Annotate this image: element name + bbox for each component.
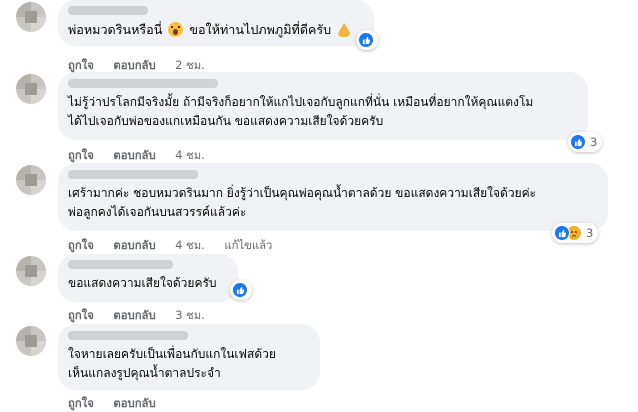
blurred-author-name[interactable]	[68, 79, 218, 88]
like-icon	[358, 32, 374, 48]
comment-bubble: พ่อหมวดรินหรือนี่ ขอให้ท่านไปภพภูมิที่ดี…	[58, 0, 374, 46]
comment-actions: ถูกใจ ตอบกลับ 3 ชม.	[68, 306, 221, 324]
comment-bubble: ขอแสดงความเสียใจด้วยครับ	[58, 254, 238, 302]
like-button[interactable]: ถูกใจ	[68, 146, 94, 164]
avatar[interactable]	[16, 74, 46, 104]
reply-button[interactable]: ตอบกลับ	[113, 306, 155, 324]
comment-text-line: เศร้ามากค่ะ ชอบหมวดรินมาก ยิ่งรู้ว่าเป็น…	[68, 186, 537, 200]
comment-text-line: ใจหายเลยครับเป็นเพื่อนกับแกในเฟสด้วย	[68, 347, 276, 361]
comment-actions: ถูกใจ ตอบกลับ	[68, 394, 172, 412]
comment-bubble: เศร้ามากค่ะ ชอบหมวดรินมาก ยิ่งรู้ว่าเป็น…	[58, 163, 608, 231]
comment-text-part: ขอให้ท่านไปภพภูมิที่ดีครับ	[189, 22, 332, 37]
reaction-summary[interactable]	[230, 280, 252, 300]
comment-bubble: ไม่รู้ว่าปรโลกมีจริงมั้ย ถ้ามีจริงก็อยาก…	[58, 72, 588, 140]
reaction-summary[interactable]	[356, 30, 378, 50]
shocked-face-emoji	[168, 22, 184, 37]
blurred-author-name[interactable]	[68, 331, 188, 340]
avatar[interactable]	[16, 326, 46, 356]
comment-actions: ถูกใจ ตอบกลับ 4 ชม. แก้ไขแล้ว	[68, 236, 288, 254]
avatar[interactable]	[16, 256, 46, 286]
timestamp[interactable]: 4 ชม.	[175, 146, 204, 164]
reaction-count: 3	[586, 226, 594, 240]
folded-hands-emoji	[337, 23, 352, 37]
like-icon	[554, 225, 570, 241]
comment-text-line: เห็นแกลงรูปคุณน้ำตาลประจำ	[68, 366, 221, 380]
edited-label[interactable]: แก้ไขแล้ว	[224, 236, 272, 254]
comment-text-line: พ่อลูกคงได้เจอกันบนสวรรค์แล้วค่ะ	[68, 205, 247, 219]
avatar[interactable]	[16, 2, 46, 32]
reply-button[interactable]: ตอบกลับ	[113, 236, 155, 254]
blurred-author-name[interactable]	[68, 6, 148, 15]
like-button[interactable]: ถูกใจ	[68, 394, 94, 412]
reply-button[interactable]: ตอบกลับ	[113, 394, 155, 412]
timestamp[interactable]: 3 ชม.	[175, 306, 204, 324]
comment-text-line: ไม่รู้ว่าปรโลกมีจริงมั้ย ถ้ามีจริงก็อยาก…	[68, 95, 534, 109]
comment-text-line: ขอแสดงความเสียใจด้วยครับ	[68, 276, 217, 290]
like-button[interactable]: ถูกใจ	[68, 236, 94, 254]
reaction-summary[interactable]: 3	[552, 223, 599, 243]
comment-text-line: ได้ไปเจอกับพ่อของแกเหมือนกัน ขอแสดงความเ…	[68, 114, 384, 128]
blurred-author-name[interactable]	[68, 260, 173, 269]
like-icon	[570, 134, 586, 150]
comment-actions: ถูกใจ ตอบกลับ 4 ชม.	[68, 146, 221, 164]
comment-text-part: พ่อหมวดรินหรือนี่	[68, 22, 163, 37]
comment-text: พ่อหมวดรินหรือนี่ ขอให้ท่านไปภพภูมิที่ดี…	[68, 20, 362, 39]
timestamp[interactable]: 4 ชม.	[175, 236, 204, 254]
blurred-author-name[interactable]	[68, 170, 198, 179]
like-button[interactable]: ถูกใจ	[68, 306, 94, 324]
reaction-summary[interactable]: 3	[568, 132, 603, 152]
comment-bubble: ใจหายเลยครับเป็นเพื่อนกับแกในเฟสด้วย เห็…	[58, 324, 320, 390]
reply-button[interactable]: ตอบกลับ	[113, 146, 155, 164]
reaction-count: 3	[590, 135, 598, 149]
like-icon	[232, 282, 248, 298]
avatar[interactable]	[16, 165, 46, 195]
